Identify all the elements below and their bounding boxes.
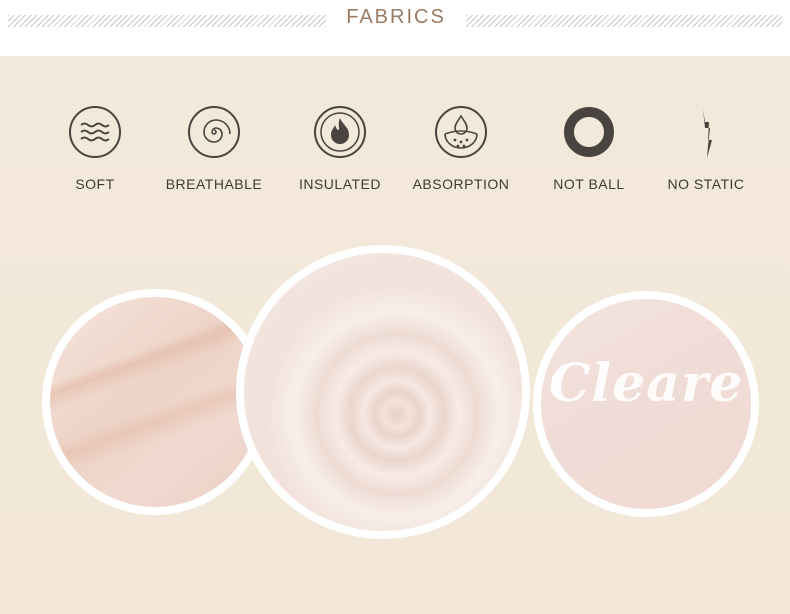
lightning-icon [703,109,712,158]
feature-label-soft: SOFT [75,176,115,192]
section-title: FABRICS [346,6,446,28]
feature-label-absorption: ABSORPTION [412,176,510,192]
feature-insulated: INSULATED [285,104,395,192]
fabric-print-text: Cleare [549,353,744,414]
droplet-icon [435,106,487,158]
fabric-closeup-swirl [236,245,530,539]
fabric-fold-image [50,297,260,507]
feature-soft: SOFT [40,104,150,192]
fabric-closeup-print: Cleare [533,291,759,517]
feature-label-insulated: INSULATED [298,176,382,192]
fabric-closeup-fold [42,289,268,515]
feature-breathable: BREATHABLE [159,104,269,192]
feature-not-ball: NOT BALL [534,104,644,192]
feature-label-breathable: BREATHABLE [165,176,263,192]
waves-icon [69,106,121,158]
feature-label-no-static: NO STATIC [667,176,745,192]
header-hatch-left [8,15,326,27]
fabric-swirl-image [244,253,522,531]
feature-label-not-ball: NOT BALL [553,176,625,192]
flame-icon [314,106,366,158]
feature-absorption: ABSORPTION [406,104,516,192]
ring-icon [564,107,614,157]
header: FABRICS [0,0,790,56]
spiral-icon [188,106,240,158]
feature-no-static: NO STATIC [651,104,761,192]
fabric-print-image: Cleare [541,299,751,509]
header-hatch-right [466,15,782,27]
